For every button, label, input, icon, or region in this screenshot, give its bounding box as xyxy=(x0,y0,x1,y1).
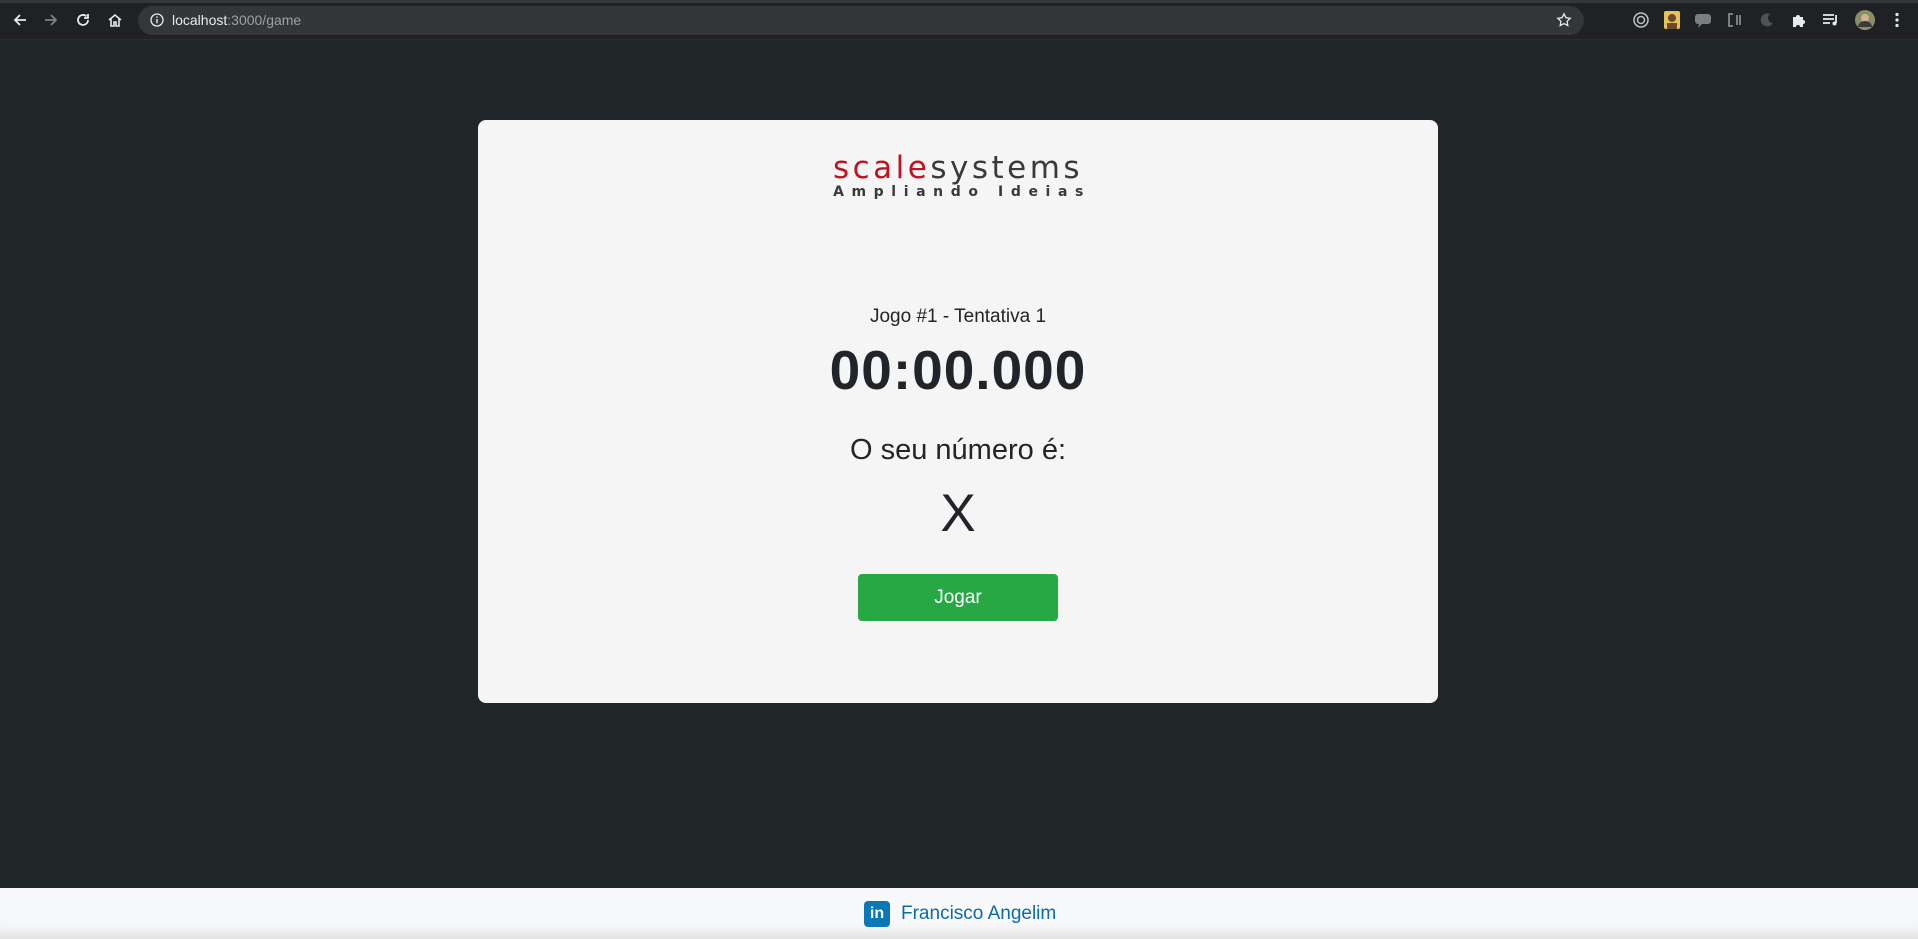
game-attempt-title: Jogo #1 - Tentativa 1 xyxy=(869,306,1047,327)
play-button[interactable]: Jogar xyxy=(858,574,1058,621)
number-value: X xyxy=(940,484,976,543)
address-bar[interactable]: localhost:3000/game xyxy=(138,6,1584,35)
logo-part-scale: scale xyxy=(832,150,931,186)
page-footer: in Francisco Angelim xyxy=(0,888,1918,939)
back-icon[interactable] xyxy=(9,9,31,31)
home-icon[interactable] xyxy=(104,9,126,31)
linkedin-icon: in xyxy=(864,901,890,927)
tab-strip xyxy=(0,0,1918,3)
browser-toolbar: localhost:3000/game xyxy=(0,0,1918,40)
menu-dots-icon[interactable] xyxy=(1887,10,1907,30)
author-name: Francisco Angelim xyxy=(901,903,1057,924)
logo-tagline: Ampliando Ideias xyxy=(833,184,1091,200)
target-icon[interactable] xyxy=(1631,10,1651,30)
linkedin-author-link[interactable]: in Francisco Angelim xyxy=(864,900,1056,928)
url-text[interactable]: localhost:3000/game xyxy=(172,12,301,28)
profile-avatar-icon[interactable] xyxy=(1855,10,1875,30)
avatar-extension-icon[interactable] xyxy=(1662,10,1682,30)
puzzle-icon[interactable] xyxy=(1789,10,1809,30)
game-timer: 00:00.000 xyxy=(829,339,1087,401)
reload-icon[interactable] xyxy=(72,9,94,31)
bookmark-star-icon[interactable] xyxy=(1556,12,1572,33)
code-extension-icon[interactable] xyxy=(1725,10,1745,30)
company-logo: scalesystems Ampliando Ideias xyxy=(478,150,1438,200)
moon-extension-icon[interactable] xyxy=(1757,10,1777,30)
media-queue-icon[interactable] xyxy=(1821,10,1841,30)
game-card: scalesystems Ampliando Ideias Jogo #1 - … xyxy=(478,120,1438,703)
site-info-icon[interactable] xyxy=(150,13,164,32)
logo-part-systems: systems xyxy=(930,150,1084,186)
chat-extension-icon[interactable] xyxy=(1693,10,1713,30)
url-host: localhost xyxy=(172,12,228,28)
forward-icon[interactable] xyxy=(40,9,62,31)
logo-wordmark: scalesystems xyxy=(478,150,1438,186)
url-path: :3000/game xyxy=(227,12,302,28)
number-label: O seu número é: xyxy=(850,434,1066,466)
